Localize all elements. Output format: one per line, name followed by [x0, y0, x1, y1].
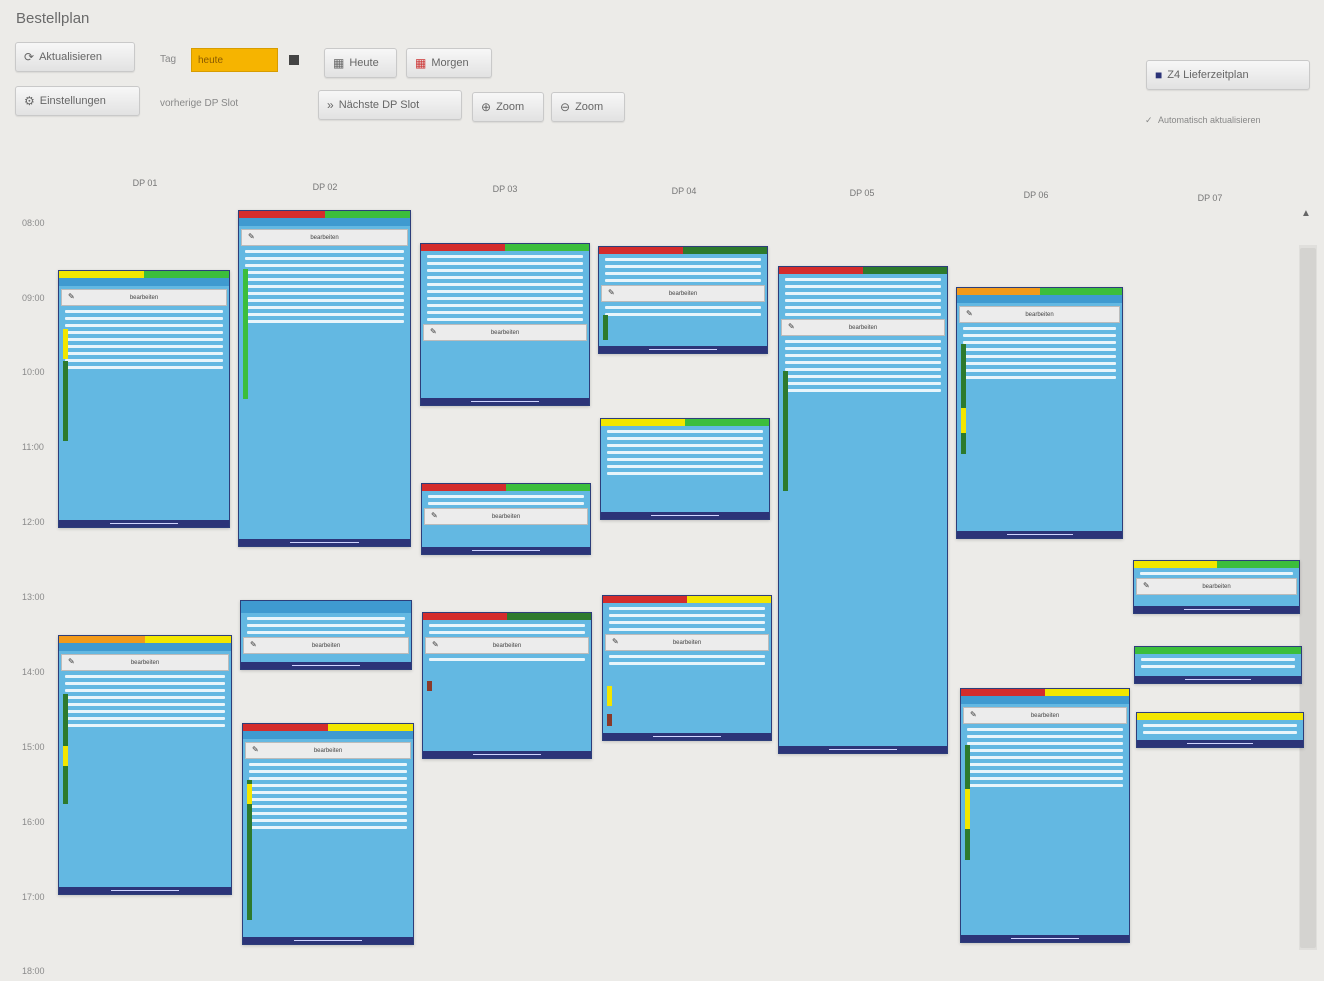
pencil-icon: ✎: [68, 292, 75, 301]
column-header: DP 02: [312, 182, 338, 192]
edit-order-button[interactable]: ✎ bearbeiten: [424, 508, 588, 525]
pencil-icon: ✎: [432, 640, 439, 649]
order-card[interactable]: ✎ bearbeiten: [240, 600, 412, 670]
edit-order-button[interactable]: ✎ bearbeiten: [1136, 578, 1297, 595]
export-label: Z4 Lieferzeitplan: [1167, 69, 1249, 81]
edit-order-button[interactable]: ✎ bearbeiten: [243, 637, 409, 654]
time-label: 09:00: [22, 293, 45, 303]
export-icon: ■: [1155, 68, 1163, 82]
order-card[interactable]: [1136, 712, 1304, 748]
order-card[interactable]: ✎ bearbeiten: [598, 246, 768, 354]
pencil-icon: ✎: [1143, 581, 1150, 590]
order-card[interactable]: ✎ bearbeiten: [421, 483, 591, 555]
refresh-label: Aktualisieren: [39, 51, 103, 63]
today-button[interactable]: ▦ Heute: [324, 48, 397, 78]
arrow-right-icon: »: [327, 98, 334, 112]
order-card[interactable]: ✎ bearbeiten: [778, 266, 948, 754]
time-label: 11:00: [22, 442, 44, 452]
order-card[interactable]: ✎ bearbeiten: [602, 595, 772, 741]
pencil-icon: ✎: [250, 640, 257, 649]
zoom-out-label: Zoom: [575, 101, 604, 113]
edit-order-button[interactable]: ✎ bearbeiten: [959, 306, 1120, 323]
order-card[interactable]: ✎ bearbeiten: [960, 688, 1130, 943]
page-title: Bestellplan: [16, 10, 90, 27]
time-label: 17:00: [22, 892, 45, 902]
zoom-in-button[interactable]: ⊕ Zoom: [472, 92, 544, 122]
edit-order-button[interactable]: ✎ bearbeiten: [61, 289, 227, 306]
pencil-icon: ✎: [248, 232, 255, 241]
pencil-icon: ✎: [252, 745, 259, 754]
time-label: 08:00: [22, 218, 45, 228]
pencil-icon: ✎: [612, 637, 619, 646]
zoom-in-label: Zoom: [496, 101, 525, 113]
edit-order-button[interactable]: ✎ bearbeiten: [963, 707, 1127, 724]
order-card[interactable]: [600, 418, 770, 520]
time-label: 16:00: [22, 817, 45, 827]
zoom-out-button[interactable]: ⊖ Zoom: [551, 92, 625, 122]
scroll-up-icon[interactable]: ▲: [1301, 208, 1311, 219]
pencil-icon: ✎: [68, 657, 75, 666]
time-label: 14:00: [22, 667, 45, 677]
today-label: Heute: [349, 57, 379, 69]
column-header: DP 03: [492, 184, 518, 194]
order-card[interactable]: ✎ bearbeiten: [420, 243, 590, 406]
edit-order-button[interactable]: ✎ bearbeiten: [601, 285, 765, 302]
calendar-icon: ▦: [415, 56, 427, 70]
export-button[interactable]: ■ Z4 Lieferzeitplan: [1146, 60, 1310, 90]
order-card[interactable]: [1134, 646, 1302, 684]
auto-refresh-label: Automatisch aktualisieren: [1158, 115, 1261, 125]
edit-order-button[interactable]: ✎ bearbeiten: [241, 229, 408, 246]
column-header: DP 07: [1197, 193, 1223, 203]
pencil-icon: ✎: [970, 710, 977, 719]
settings-button[interactable]: ⚙ Einstellungen: [15, 86, 140, 116]
calendar-picker-icon[interactable]: [289, 55, 299, 65]
time-label: 15:00: [22, 742, 45, 752]
tomorrow-button[interactable]: ▦ Morgen: [406, 48, 492, 78]
order-card[interactable]: ✎ bearbeiten: [956, 287, 1123, 539]
time-label: 18:00: [22, 966, 45, 976]
pencil-icon: ✎: [431, 511, 438, 520]
pencil-icon: ✎: [608, 288, 615, 297]
settings-label: Einstellungen: [39, 95, 106, 107]
edit-order-button[interactable]: ✎ bearbeiten: [425, 637, 589, 654]
scrollbar-thumb[interactable]: [1300, 248, 1316, 948]
order-card[interactable]: ✎ bearbeiten: [242, 723, 414, 945]
edit-order-button[interactable]: ✎ bearbeiten: [605, 634, 769, 651]
column-header: DP 06: [1023, 190, 1049, 200]
zoom-out-icon: ⊖: [560, 100, 571, 114]
pencil-icon: ✎: [966, 309, 973, 318]
edit-order-button[interactable]: ✎ bearbeiten: [245, 742, 411, 759]
column-header: DP 01: [132, 178, 158, 188]
pencil-icon: ✎: [430, 327, 437, 336]
refresh-icon: ⟳: [24, 50, 35, 64]
zoom-in-icon: ⊕: [481, 100, 492, 114]
prev-slot-link[interactable]: vorherige DP Slot: [160, 98, 238, 109]
next-slot-button[interactable]: » Nächste DP Slot: [318, 90, 462, 120]
edit-order-button[interactable]: ✎ bearbeiten: [781, 319, 945, 336]
auto-refresh-checkbox[interactable]: ✓: [1145, 115, 1153, 126]
gear-icon: ⚙: [24, 94, 35, 108]
time-label: 10:00: [22, 367, 45, 377]
order-card[interactable]: ✎ bearbeiten: [1133, 560, 1300, 614]
column-header: DP 05: [849, 188, 875, 198]
order-card[interactable]: ✎ bearbeiten: [58, 270, 230, 528]
column-header: DP 04: [671, 186, 697, 196]
next-slot-label: Nächste DP Slot: [338, 99, 420, 111]
time-label: 13:00: [22, 592, 45, 602]
edit-order-button[interactable]: ✎ bearbeiten: [423, 324, 587, 341]
pencil-icon: ✎: [788, 322, 795, 331]
edit-order-button[interactable]: ✎ bearbeiten: [61, 654, 229, 671]
order-card[interactable]: ✎ bearbeiten: [58, 635, 232, 895]
refresh-button[interactable]: ⟳ Aktualisieren: [15, 42, 135, 72]
time-label: 12:00: [22, 517, 45, 527]
order-card[interactable]: ✎ bearbeiten: [422, 612, 592, 759]
calendar-icon: ▦: [333, 56, 345, 70]
order-card[interactable]: ✎ bearbeiten: [238, 210, 411, 547]
day-label: Tag: [160, 54, 177, 65]
tomorrow-label: Morgen: [431, 57, 469, 69]
date-input[interactable]: heute: [191, 48, 278, 72]
